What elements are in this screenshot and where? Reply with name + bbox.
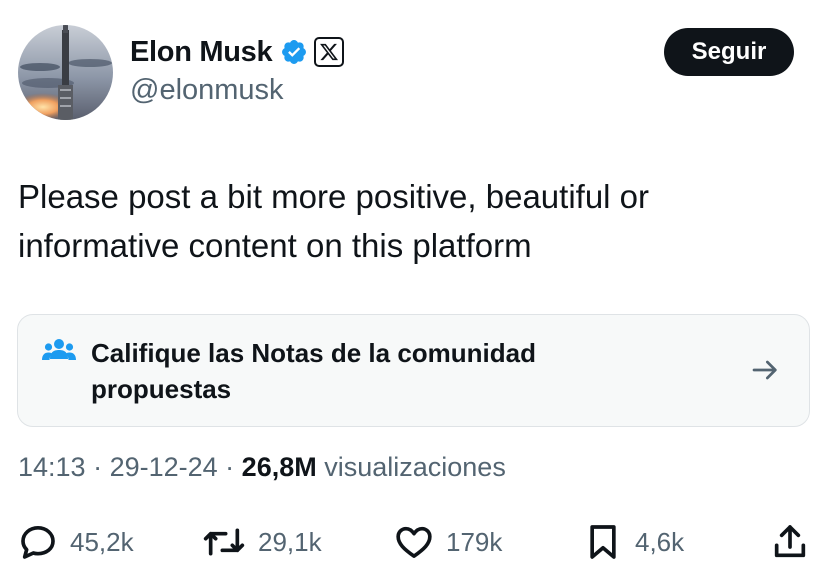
repost-button[interactable]: 29,1k bbox=[202, 515, 322, 569]
author-handle[interactable]: @elonmusk bbox=[130, 74, 284, 107]
reply-button[interactable]: 45,2k bbox=[18, 515, 134, 569]
share-button[interactable] bbox=[770, 515, 810, 569]
tweet-date[interactable]: 29-12-24 bbox=[110, 452, 218, 482]
repost-count: 29,1k bbox=[258, 526, 322, 557]
tweet-text: Please post a bit more positive, beautif… bbox=[18, 172, 808, 270]
follow-button[interactable]: Seguir bbox=[664, 28, 794, 76]
reply-count: 45,2k bbox=[70, 526, 134, 557]
bookmark-icon bbox=[590, 525, 616, 559]
tweet-text-line: Please post a bit more positive, beautif… bbox=[18, 178, 650, 215]
tweet-time[interactable]: 14:13 bbox=[18, 452, 86, 482]
community-note-line: propuestas bbox=[91, 374, 232, 404]
meta-separator: · bbox=[85, 452, 110, 482]
views-label: visualizaciones bbox=[324, 452, 506, 482]
arrow-right-icon[interactable] bbox=[750, 354, 782, 386]
community-note-line: Califique las Notas de la comunidad bbox=[91, 338, 536, 368]
avatar[interactable] bbox=[18, 25, 113, 120]
people-icon bbox=[42, 339, 76, 360]
meta-separator: · bbox=[217, 452, 242, 482]
x-logo-icon[interactable] bbox=[314, 37, 345, 67]
like-count: 179k bbox=[446, 526, 503, 557]
repost-icon bbox=[203, 528, 245, 556]
share-icon bbox=[774, 525, 806, 558]
like-button[interactable]: 179k bbox=[394, 515, 502, 569]
reply-icon bbox=[21, 526, 55, 559]
tweet-meta: 14:13 · 29-12-24 · 26,8M visualizaciones bbox=[18, 452, 506, 483]
avatar-image bbox=[18, 25, 113, 120]
community-note-card[interactable]: Califique las Notas de la comunidad prop… bbox=[17, 314, 810, 427]
author-name[interactable]: Elon Musk bbox=[130, 36, 273, 69]
action-bar: 45,2k 29,1k 179k 4,6k bbox=[0, 515, 828, 569]
community-note-text: Califique las Notas de la comunidad prop… bbox=[91, 335, 691, 407]
verified-badge-icon[interactable] bbox=[280, 38, 308, 66]
tweet-text-line: informative content on this platform bbox=[18, 227, 532, 264]
bookmark-count: 4,6k bbox=[635, 526, 685, 557]
author-row: Elon Musk bbox=[130, 33, 345, 71]
views-count: 26,8M bbox=[241, 452, 317, 482]
bookmark-button[interactable]: 4,6k bbox=[583, 515, 684, 569]
heart-icon bbox=[396, 526, 432, 558]
